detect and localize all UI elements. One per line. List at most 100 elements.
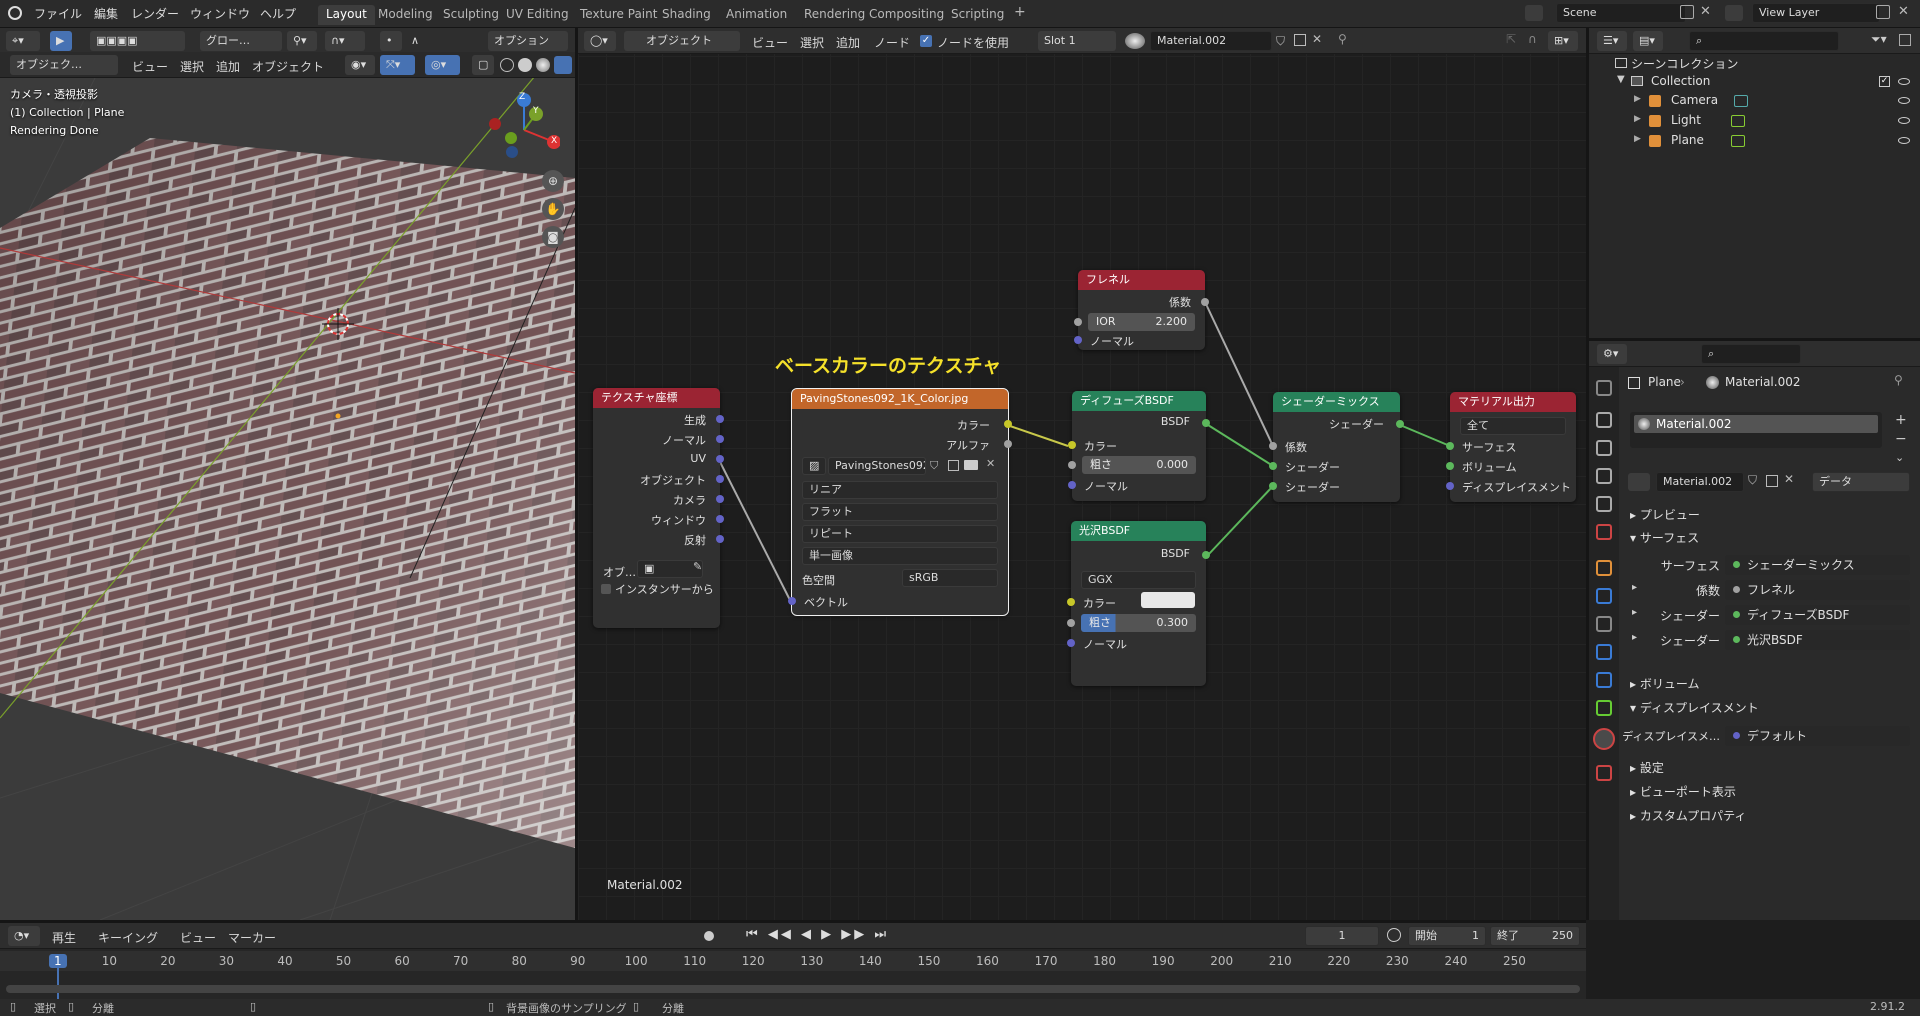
camera-view-icon[interactable]: ◙ [542,226,564,248]
glossy-bsdf-socket[interactable] [1202,551,1210,559]
context-material[interactable]: Material.002 [1725,375,1800,389]
glossy-normal-socket[interactable] [1067,639,1075,647]
scene-tab-icon[interactable] [1596,496,1612,512]
viewport-view-menu[interactable]: ビュー [132,58,168,75]
blender-logo-icon[interactable] [8,6,22,20]
output-surface-socket[interactable] [1446,442,1454,450]
mix-shader-node[interactable]: シェーダーミックス シェーダー 係数 シェーダー シェーダー [1269,392,1404,502]
output-volume-socket[interactable] [1446,462,1454,470]
context-object[interactable]: Plane [1648,375,1681,389]
end-frame-field[interactable]: 終了 250 [1490,926,1580,946]
glossy-distribution-dropdown[interactable]: GGX [1081,571,1196,589]
viewport-3d[interactable]: ⌖▾ ▶ ▣▣▣▣ グロー… ⚲▾ ∩▾ • ∧ オプション オブジェク… ビュ… [0,28,575,920]
options-dropdown[interactable]: オプション [488,31,568,51]
mix-shader1-socket[interactable] [1269,462,1277,470]
texcoord-output-socket[interactable] [716,515,724,523]
texcoord-output-socket[interactable] [716,435,724,443]
node-editor[interactable]: ◯▾ オブジェクト ビュー 選択 追加 ノード ✓ ノードを使用 Slot 1 … [578,28,1586,920]
prop-fake-user-icon[interactable]: ⛉ [1748,473,1757,488]
wireframe-shading-icon[interactable] [500,58,514,72]
view-layer-icon[interactable] [1725,5,1743,21]
link-dropdown[interactable]: データ [1812,472,1910,492]
diffuse-roughness-socket[interactable] [1068,461,1076,469]
display-mode-icon[interactable]: ▤▾ [1633,31,1663,51]
select-mode-icons[interactable]: ▣▣▣▣ [90,31,185,51]
prop-duplicate-icon[interactable] [1766,475,1778,487]
extension-dropdown[interactable]: リピート [802,525,998,543]
zoom-icon[interactable]: ⊕ [542,170,564,192]
playback-menu[interactable]: 再生 [52,929,76,946]
custom-props-section[interactable]: ▸ カスタムプロパティ [1630,807,1746,824]
surface-row-value[interactable]: フレネル [1725,580,1910,600]
diffuse-color-socket[interactable] [1068,441,1076,449]
object-data-icon[interactable] [1734,95,1748,107]
particles-tab-icon[interactable] [1596,616,1612,632]
proportional-icon[interactable]: • [380,31,402,51]
properties-pin-icon[interactable]: ⚲ [1894,373,1903,387]
stopwatch-icon[interactable] [1387,928,1401,942]
material-browser-icon[interactable] [1628,473,1650,491]
mix-shader2-socket[interactable] [1269,482,1277,490]
outliner-type-icon[interactable]: ☰▾ [1597,31,1627,51]
visibility-eye-icon[interactable] [1898,97,1910,104]
xray-icon[interactable]: ▢ [472,55,494,75]
texcoord-output-socket[interactable] [716,455,724,463]
surface-section[interactable]: ▾ サーフェス [1630,529,1699,546]
expand-icon[interactable]: ▶ [1634,134,1641,144]
timeline-view-menu[interactable]: ビュー [180,929,216,946]
surface-row-value[interactable]: 光沢BSDF [1725,630,1910,650]
glossy-bsdf-node[interactable]: 光沢BSDF BSDF GGX カラー 粗さ 0.300 ノーマル [1067,521,1210,686]
texcoord-output-socket[interactable] [716,475,724,483]
glossy-color-socket[interactable] [1067,598,1075,606]
new-collection-icon[interactable] [1899,34,1911,46]
image-color-socket[interactable] [1004,420,1012,428]
fresnel-fac-socket[interactable] [1201,298,1209,306]
rendered-shading-icon[interactable] [554,56,572,74]
glossy-roughness-socket[interactable] [1067,619,1075,627]
tab-layout[interactable]: Layout [318,5,375,25]
material-slot-row[interactable]: Material.002 [1634,415,1878,433]
menu-render[interactable]: レンダー [131,5,179,22]
image-texture-node[interactable]: PavingStones092_1K_Color.jpg カラー アルファ ▨ … [788,388,1012,616]
source-dropdown[interactable]: 単一画像 [802,547,998,565]
from-instancer-checkbox[interactable] [601,584,611,594]
scene-collection-label[interactable]: シーンコレクション [1631,55,1738,72]
image-unlink-icon[interactable]: ✕ [986,457,995,470]
diffuse-normal-socket[interactable] [1068,481,1076,489]
view-layer-tab-icon[interactable] [1596,468,1612,484]
mix-header[interactable]: シェーダーミックス [1273,392,1400,412]
render-tab-icon[interactable] [1596,412,1612,428]
texcoord-output-socket[interactable] [716,535,724,543]
tab-uv-editing[interactable]: UV Editing [498,5,577,25]
mix-fac-socket[interactable] [1269,442,1277,450]
data-tab-icon[interactable] [1596,700,1612,716]
physics-tab-icon[interactable] [1596,644,1612,660]
world-tab-icon[interactable] [1596,524,1612,540]
eyedropper-icon[interactable]: ✎ [693,560,702,573]
menu-file[interactable]: ファイル [34,5,82,22]
gizmo-toggle-icon[interactable]: ⤧▾ [380,55,415,75]
material-tab-icon[interactable] [1593,728,1615,750]
glossy-header[interactable]: 光沢BSDF [1071,521,1206,541]
material-shading-icon[interactable] [536,58,550,72]
fresnel-normal-socket[interactable] [1074,336,1082,344]
displacement-section[interactable]: ▾ ディスプレイスメント [1630,699,1759,716]
glossy-roughness-slider[interactable]: 粗さ 0.300 [1081,614,1196,632]
properties-type-icon[interactable]: ⚙▾ [1597,344,1627,364]
collection-eye-icon[interactable] [1898,78,1910,85]
diffuse-header[interactable]: ディフューズBSDF [1072,391,1206,411]
scene-icon[interactable] [1525,5,1543,21]
tool-tab-icon[interactable] [1596,380,1612,396]
image-browse-icon[interactable]: ▨ [802,457,826,475]
material-output-node[interactable]: マテリアル出力 全て サーフェス ボリューム ディスプレイスメント [1446,392,1576,502]
object-data-icon[interactable] [1731,135,1745,147]
surface-row-value[interactable]: ディフューズBSDF [1725,605,1910,625]
object-mode-dropdown[interactable]: オブジェク… [10,55,118,75]
expand-icon[interactable]: ▶ [1634,94,1641,104]
image-open-folder-icon[interactable] [964,460,978,470]
output-displacement-socket[interactable] [1446,482,1454,490]
texcoord-output-socket[interactable] [716,415,724,423]
delete-scene-icon[interactable]: ✕ [1700,4,1711,19]
output-target-dropdown[interactable]: 全て [1460,417,1566,435]
solid-shading-icon[interactable] [518,58,532,72]
